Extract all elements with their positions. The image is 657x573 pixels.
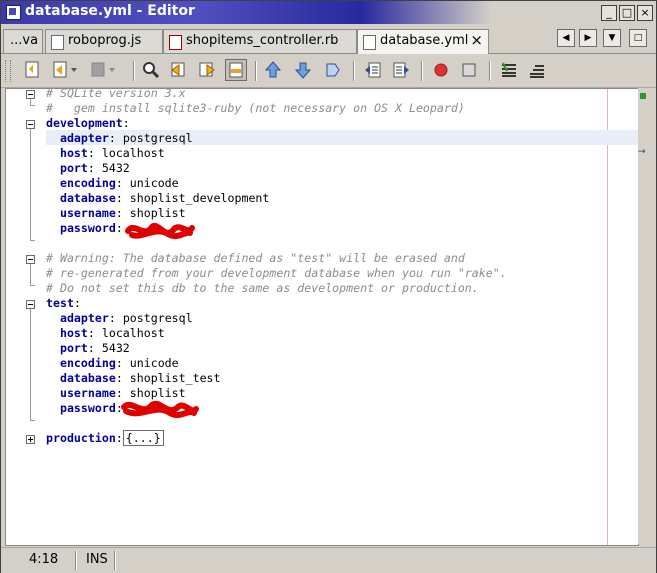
- app-icon: [6, 5, 21, 20]
- find-next-icon[interactable]: [197, 60, 217, 80]
- tab-database-yml[interactable]: database.yml ×: [357, 29, 489, 54]
- comment-icon[interactable]: [499, 60, 519, 80]
- title-bar[interactable]: database.yml - Editor _ □ ×: [1, 1, 656, 24]
- insert-mode: INS: [86, 552, 108, 567]
- editor-window: database.yml - Editor _ □ × ...va robopr…: [0, 0, 657, 573]
- code-line: encoding: unicode: [59, 356, 179, 370]
- code-line: host: localhost: [59, 326, 165, 340]
- toggle-bookmark-icon[interactable]: [323, 60, 343, 80]
- tab-roboprog-js[interactable]: roboprog.js: [45, 29, 163, 53]
- fold-expand-icon[interactable]: [26, 435, 35, 444]
- previous-bookmark-icon[interactable]: [263, 60, 283, 80]
- code-line: password:: [59, 221, 123, 235]
- shift-left-icon[interactable]: [363, 60, 383, 80]
- collapsed-fold-marker[interactable]: {...}: [122, 430, 164, 446]
- tab-label: shopitems_controller.rb: [186, 33, 339, 48]
- code-line: development:: [46, 116, 130, 130]
- right-margin-line: [607, 89, 608, 545]
- shift-right-icon[interactable]: [391, 60, 411, 80]
- maximize-button[interactable]: □: [619, 5, 635, 21]
- caret-position: 4:18: [29, 552, 59, 567]
- code-line: # Do not set this db to the same as deve…: [46, 281, 479, 295]
- code-editor[interactable]: # SQLite version 3.x # gem install sqlit…: [5, 88, 639, 546]
- uncomment-icon[interactable]: [527, 60, 547, 80]
- record-macro-icon[interactable]: [431, 60, 451, 80]
- close-button[interactable]: ×: [637, 5, 653, 21]
- editor-tabs: ...va roboprog.js shopitems_controller.r…: [1, 26, 656, 54]
- caret-marker-icon: →: [638, 147, 646, 157]
- toolbar-grip[interactable]: [5, 60, 11, 82]
- fold-collapse-icon[interactable]: [26, 300, 35, 309]
- code-line: test:: [46, 296, 81, 310]
- scroll-tabs-left-icon[interactable]: ◀: [557, 29, 575, 47]
- status-ok-icon: [640, 93, 646, 99]
- tab-label: database.yml: [380, 33, 469, 48]
- code-line: port: 5432: [59, 161, 130, 175]
- password-redaction: [121, 400, 199, 418]
- code-line: adapter: postgresql: [59, 131, 193, 145]
- code-line: # re-generated from your development dat…: [46, 266, 507, 280]
- status-bar: 4:18 INS: [1, 547, 656, 573]
- code-line: # gem install sqlite3-ruby (not necessar…: [46, 101, 465, 115]
- code-line: database: shoplist_development: [59, 191, 270, 205]
- code-line: # SQLite version 3.x: [46, 88, 186, 100]
- editor-toolbar: [1, 55, 656, 88]
- tab-list-icon[interactable]: ▼: [603, 29, 621, 47]
- line-gutter: [6, 89, 22, 545]
- close-tab-icon[interactable]: ×: [470, 31, 483, 49]
- stop-macro-icon[interactable]: [459, 60, 479, 80]
- tab-shopitems-controller[interactable]: shopitems_controller.rb: [163, 29, 357, 53]
- tab-java[interactable]: ...va: [3, 29, 43, 53]
- code-line: host: localhost: [59, 146, 165, 160]
- last-edit-icon[interactable]: [23, 60, 43, 80]
- code-line: encoding: unicode: [59, 176, 179, 190]
- yaml-file-icon: [363, 35, 376, 50]
- next-bookmark-icon[interactable]: [293, 60, 313, 80]
- password-redaction: [125, 222, 195, 240]
- tab-label: ...va: [10, 33, 39, 48]
- fold-collapse-icon[interactable]: [26, 120, 35, 129]
- toggle-highlight-icon[interactable]: [225, 59, 247, 81]
- code-line: password:: [59, 401, 123, 415]
- fold-collapse-icon[interactable]: [26, 255, 35, 264]
- js-file-icon: [51, 35, 64, 50]
- find-previous-icon[interactable]: [169, 60, 189, 80]
- fold-collapse-icon[interactable]: [26, 90, 35, 99]
- forward-icon[interactable]: [89, 60, 115, 80]
- tab-label: roboprog.js: [68, 33, 142, 48]
- code-line: database: shoplist_test: [59, 371, 221, 385]
- code-line: port: 5432: [59, 341, 130, 355]
- code-line: production: {...}: [46, 430, 164, 446]
- minimize-button[interactable]: _: [601, 5, 617, 21]
- scroll-tabs-right-icon[interactable]: ▶: [579, 29, 597, 47]
- ruby-file-icon: [169, 35, 182, 50]
- maximize-editor-icon[interactable]: □: [629, 29, 647, 47]
- window-title: database.yml - Editor: [25, 3, 195, 19]
- back-icon[interactable]: [51, 60, 77, 80]
- code-line: adapter: postgresql: [59, 311, 193, 325]
- find-icon[interactable]: [141, 60, 161, 80]
- code-line: # Warning: The database defined as "test…: [46, 251, 465, 265]
